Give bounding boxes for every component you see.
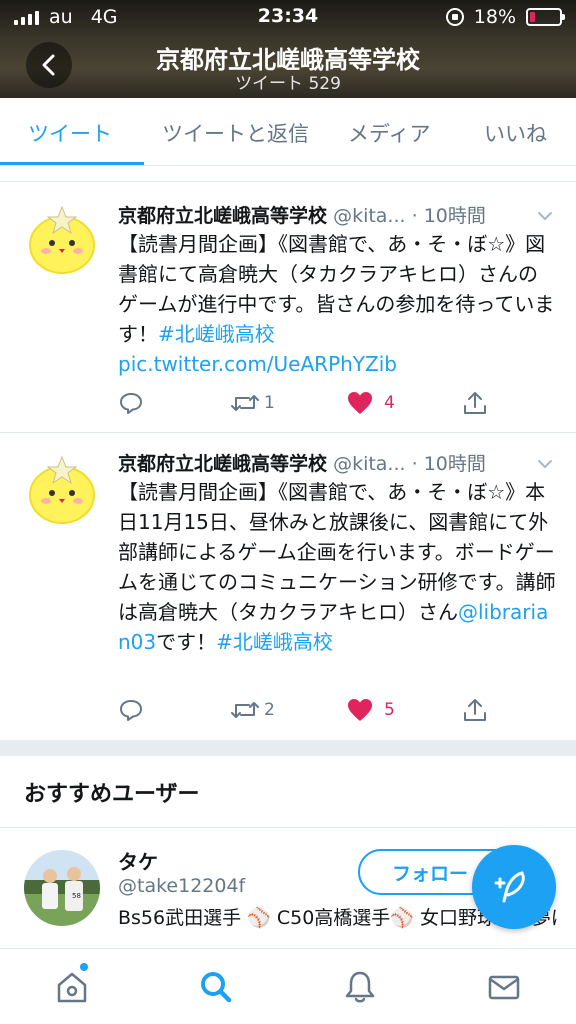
- reply-button[interactable]: [118, 697, 144, 723]
- user-name[interactable]: タケ: [118, 846, 158, 875]
- profile-tabs: ツイート ツイートと返信 メディア いいね: [0, 98, 576, 166]
- nav-notifications[interactable]: [340, 967, 380, 1007]
- heart-icon: [348, 392, 372, 414]
- divider: [0, 827, 576, 828]
- battery-level: [530, 12, 536, 22]
- tweet-header: 京都府立北嵯峨高等学校 @kita... · 10時間: [118, 449, 554, 476]
- tweet-header: 京都府立北嵯峨高等学校 @kita... · 10時間: [118, 201, 554, 228]
- svg-text:58: 58: [72, 892, 81, 900]
- share-button[interactable]: [462, 390, 488, 416]
- section-divider: [0, 740, 576, 756]
- retweet-button[interactable]: 2: [230, 697, 275, 723]
- tweet-actions: 1 4: [118, 390, 558, 420]
- divider: [0, 166, 576, 182]
- status-bar: au 4G 23:34 18%: [0, 0, 576, 34]
- tweet-author-name[interactable]: 京都府立北嵯峨高等学校: [118, 453, 327, 475]
- tweet-text: 【読書月間企画】《図書館で、あ・そ・ぼ☆》図書館にて高倉暁大（タカクラアキヒロ）…: [118, 229, 556, 379]
- tab-likes[interactable]: いいね: [484, 118, 547, 148]
- battery-percent: 18%: [473, 6, 516, 28]
- reply-icon: [120, 700, 142, 721]
- tweet-author-handle: @kita...: [333, 453, 406, 475]
- retweet-count: 1: [264, 393, 275, 413]
- home-icon: [57, 972, 87, 1003]
- reply-button[interactable]: [118, 390, 144, 416]
- recommend-heading: おすすめユーザー: [24, 782, 200, 807]
- like-count: 4: [384, 393, 395, 413]
- avatar[interactable]: [24, 451, 100, 527]
- tweet-timestamp: · 10時間: [411, 205, 486, 227]
- search-icon: [201, 972, 232, 1003]
- retweet-button[interactable]: 1: [230, 390, 275, 416]
- tweet[interactable]: 京都府立北嵯峨高等学校 @kita... · 10時間 【読書月間企画】《図書館…: [0, 183, 576, 433]
- like-button[interactable]: 4: [346, 390, 395, 416]
- status-right: 18%: [445, 6, 565, 28]
- bell-icon: [345, 971, 375, 1003]
- chevron-down-icon[interactable]: [536, 207, 554, 225]
- nav-messages[interactable]: [484, 967, 524, 1007]
- like-count: 5: [384, 700, 395, 720]
- orientation-lock-icon: [445, 8, 464, 26]
- battery-icon: [526, 8, 565, 26]
- tab-tweets-and-replies[interactable]: ツイートと返信: [162, 118, 309, 148]
- tweet-actions: 2 5: [118, 697, 558, 727]
- media-link[interactable]: pic.twitter.com/UeARPhYZib: [118, 352, 397, 376]
- chevron-down-icon[interactable]: [536, 455, 554, 473]
- active-tab-indicator: [0, 162, 144, 165]
- profile-header: au 4G 23:34 18% 京都府立北嵯峨高等学校 ツイート 529: [0, 0, 576, 98]
- retweet-icon: [231, 702, 259, 718]
- tweet-author-handle: @kita...: [333, 205, 406, 227]
- mail-icon: [488, 975, 520, 1000]
- retweet-icon: [231, 395, 259, 411]
- tab-media[interactable]: メディア: [348, 118, 431, 148]
- nav-home[interactable]: [52, 967, 92, 1007]
- nav-search[interactable]: [196, 967, 236, 1007]
- user-avatar[interactable]: 58: [24, 850, 100, 926]
- hashtag-link[interactable]: #北嵯峨高校: [216, 630, 333, 654]
- share-icon: [464, 699, 486, 721]
- avatar[interactable]: [24, 201, 100, 277]
- retweet-count: 2: [264, 700, 275, 720]
- tweet[interactable]: 京都府立北嵯峨高等学校 @kita... · 10時間 【読書月間企画】《図書館…: [0, 433, 576, 740]
- share-icon: [464, 392, 486, 414]
- user-handle: @take12204f: [118, 875, 246, 897]
- tweet-timestamp: · 10時間: [411, 453, 486, 475]
- hashtag-link[interactable]: #北嵯峨高校: [158, 322, 275, 346]
- tweet-text: 【読書月間企画】《図書館で、あ・そ・ぼ☆》本日11月15日、昼休みと放課後に、図…: [118, 477, 556, 657]
- reply-icon: [120, 393, 142, 414]
- compose-tweet-button[interactable]: [472, 845, 556, 929]
- like-button[interactable]: 5: [346, 697, 395, 723]
- heart-icon: [348, 699, 372, 721]
- compose-quill-icon: [494, 871, 525, 903]
- tweet-author-name[interactable]: 京都府立北嵯峨高等学校: [118, 205, 327, 227]
- tweet-text-after: です！: [156, 630, 217, 654]
- bottom-nav: [0, 948, 576, 1024]
- tab-tweets[interactable]: ツイート: [28, 118, 112, 148]
- tweet-count: ツイート 529: [235, 74, 341, 94]
- share-button[interactable]: [462, 697, 488, 723]
- new-content-dot: [80, 963, 88, 971]
